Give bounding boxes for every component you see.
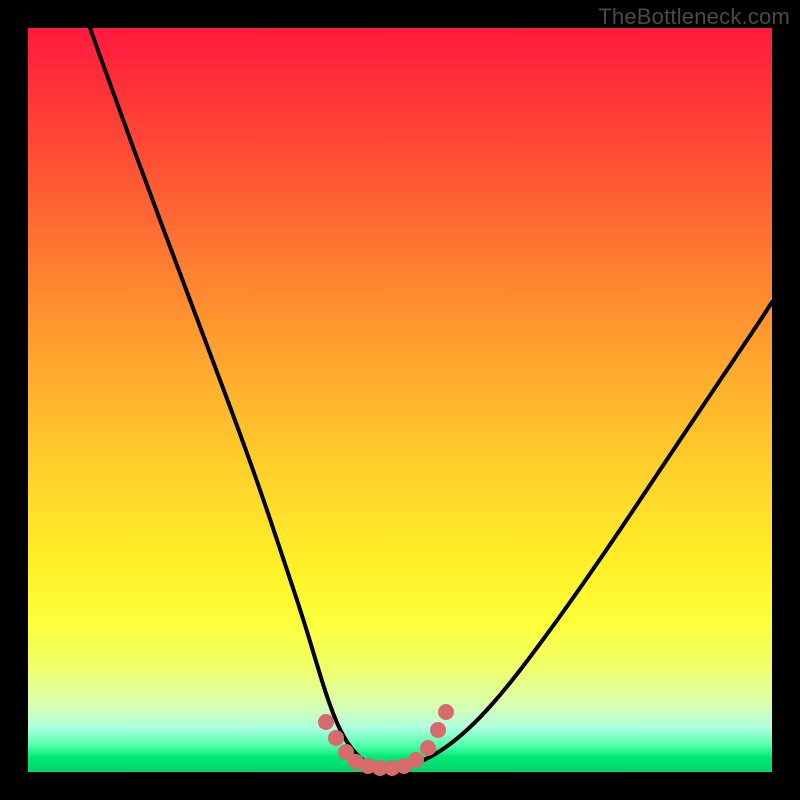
valley-dots-group — [318, 704, 454, 776]
valley-dot — [438, 704, 454, 720]
valley-dot — [430, 722, 446, 738]
bottleneck-curve — [90, 28, 772, 768]
valley-dot — [318, 714, 334, 730]
plot-area — [28, 28, 772, 772]
watermark-text: TheBottleneck.com — [598, 4, 790, 30]
valley-dot — [420, 740, 436, 756]
chart-frame: TheBottleneck.com — [0, 0, 800, 800]
valley-dot — [408, 752, 424, 768]
curve-svg — [28, 28, 772, 772]
valley-dot — [328, 730, 344, 746]
